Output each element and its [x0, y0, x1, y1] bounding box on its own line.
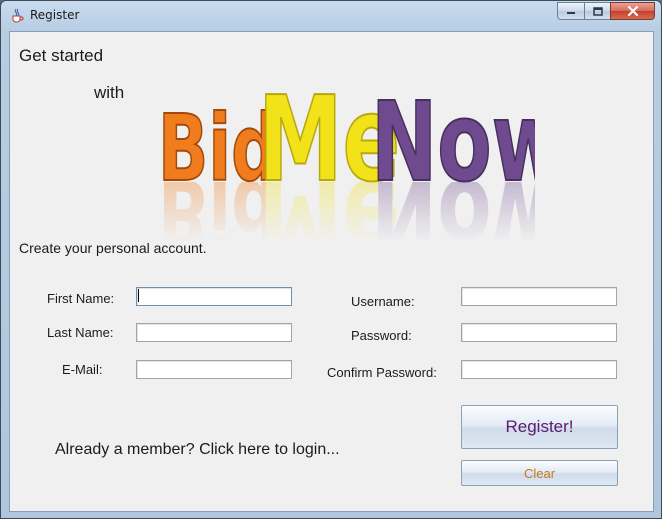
confirm-password-label: Confirm Password: [327, 365, 437, 380]
maximize-icon [592, 6, 603, 16]
username-label: Username: [351, 294, 415, 309]
create-account-text: Create your personal account. [19, 240, 207, 256]
text-caret [138, 289, 139, 302]
login-link[interactable]: Already a member? Click here to login... [55, 441, 340, 459]
clear-button-label: Clear [523, 465, 556, 481]
email-field[interactable] [136, 360, 292, 379]
with-text: with [94, 83, 125, 102]
username-field[interactable] [461, 287, 617, 306]
email-label: E-Mail: [62, 362, 103, 377]
minimize-button[interactable] [557, 2, 584, 20]
java-cup-icon [12, 8, 24, 23]
minimize-icon [567, 12, 575, 14]
content-pane: Get started with Bid Me Now Bid Me Now [9, 31, 654, 512]
get-started-text: Get started [19, 46, 104, 65]
register-button-label: Register! [505, 417, 574, 436]
first-name-wrapper [136, 287, 292, 306]
title-bar[interactable]: Register [1, 1, 661, 31]
first-name-field[interactable] [136, 287, 292, 306]
register-window: Register Get started with Bid Me No Bid … [0, 0, 662, 519]
register-button[interactable]: Register! [461, 405, 618, 449]
bidmenow-logo: Bid Me Now Bid Me Now [157, 71, 535, 242]
clear-button[interactable]: Clear [461, 460, 618, 486]
close-button[interactable] [610, 2, 655, 20]
last-name-label: Last Name: [47, 325, 114, 340]
password-field[interactable] [461, 323, 617, 342]
confirm-password-field[interactable] [461, 360, 617, 379]
password-label: Password: [351, 328, 412, 343]
logo-now-reflection: Now [371, 154, 535, 242]
window-title: Register [30, 8, 80, 22]
close-icon [627, 6, 638, 16]
first-name-label: First Name: [47, 291, 115, 306]
last-name-field[interactable] [136, 323, 292, 342]
maximize-button[interactable] [584, 2, 610, 20]
